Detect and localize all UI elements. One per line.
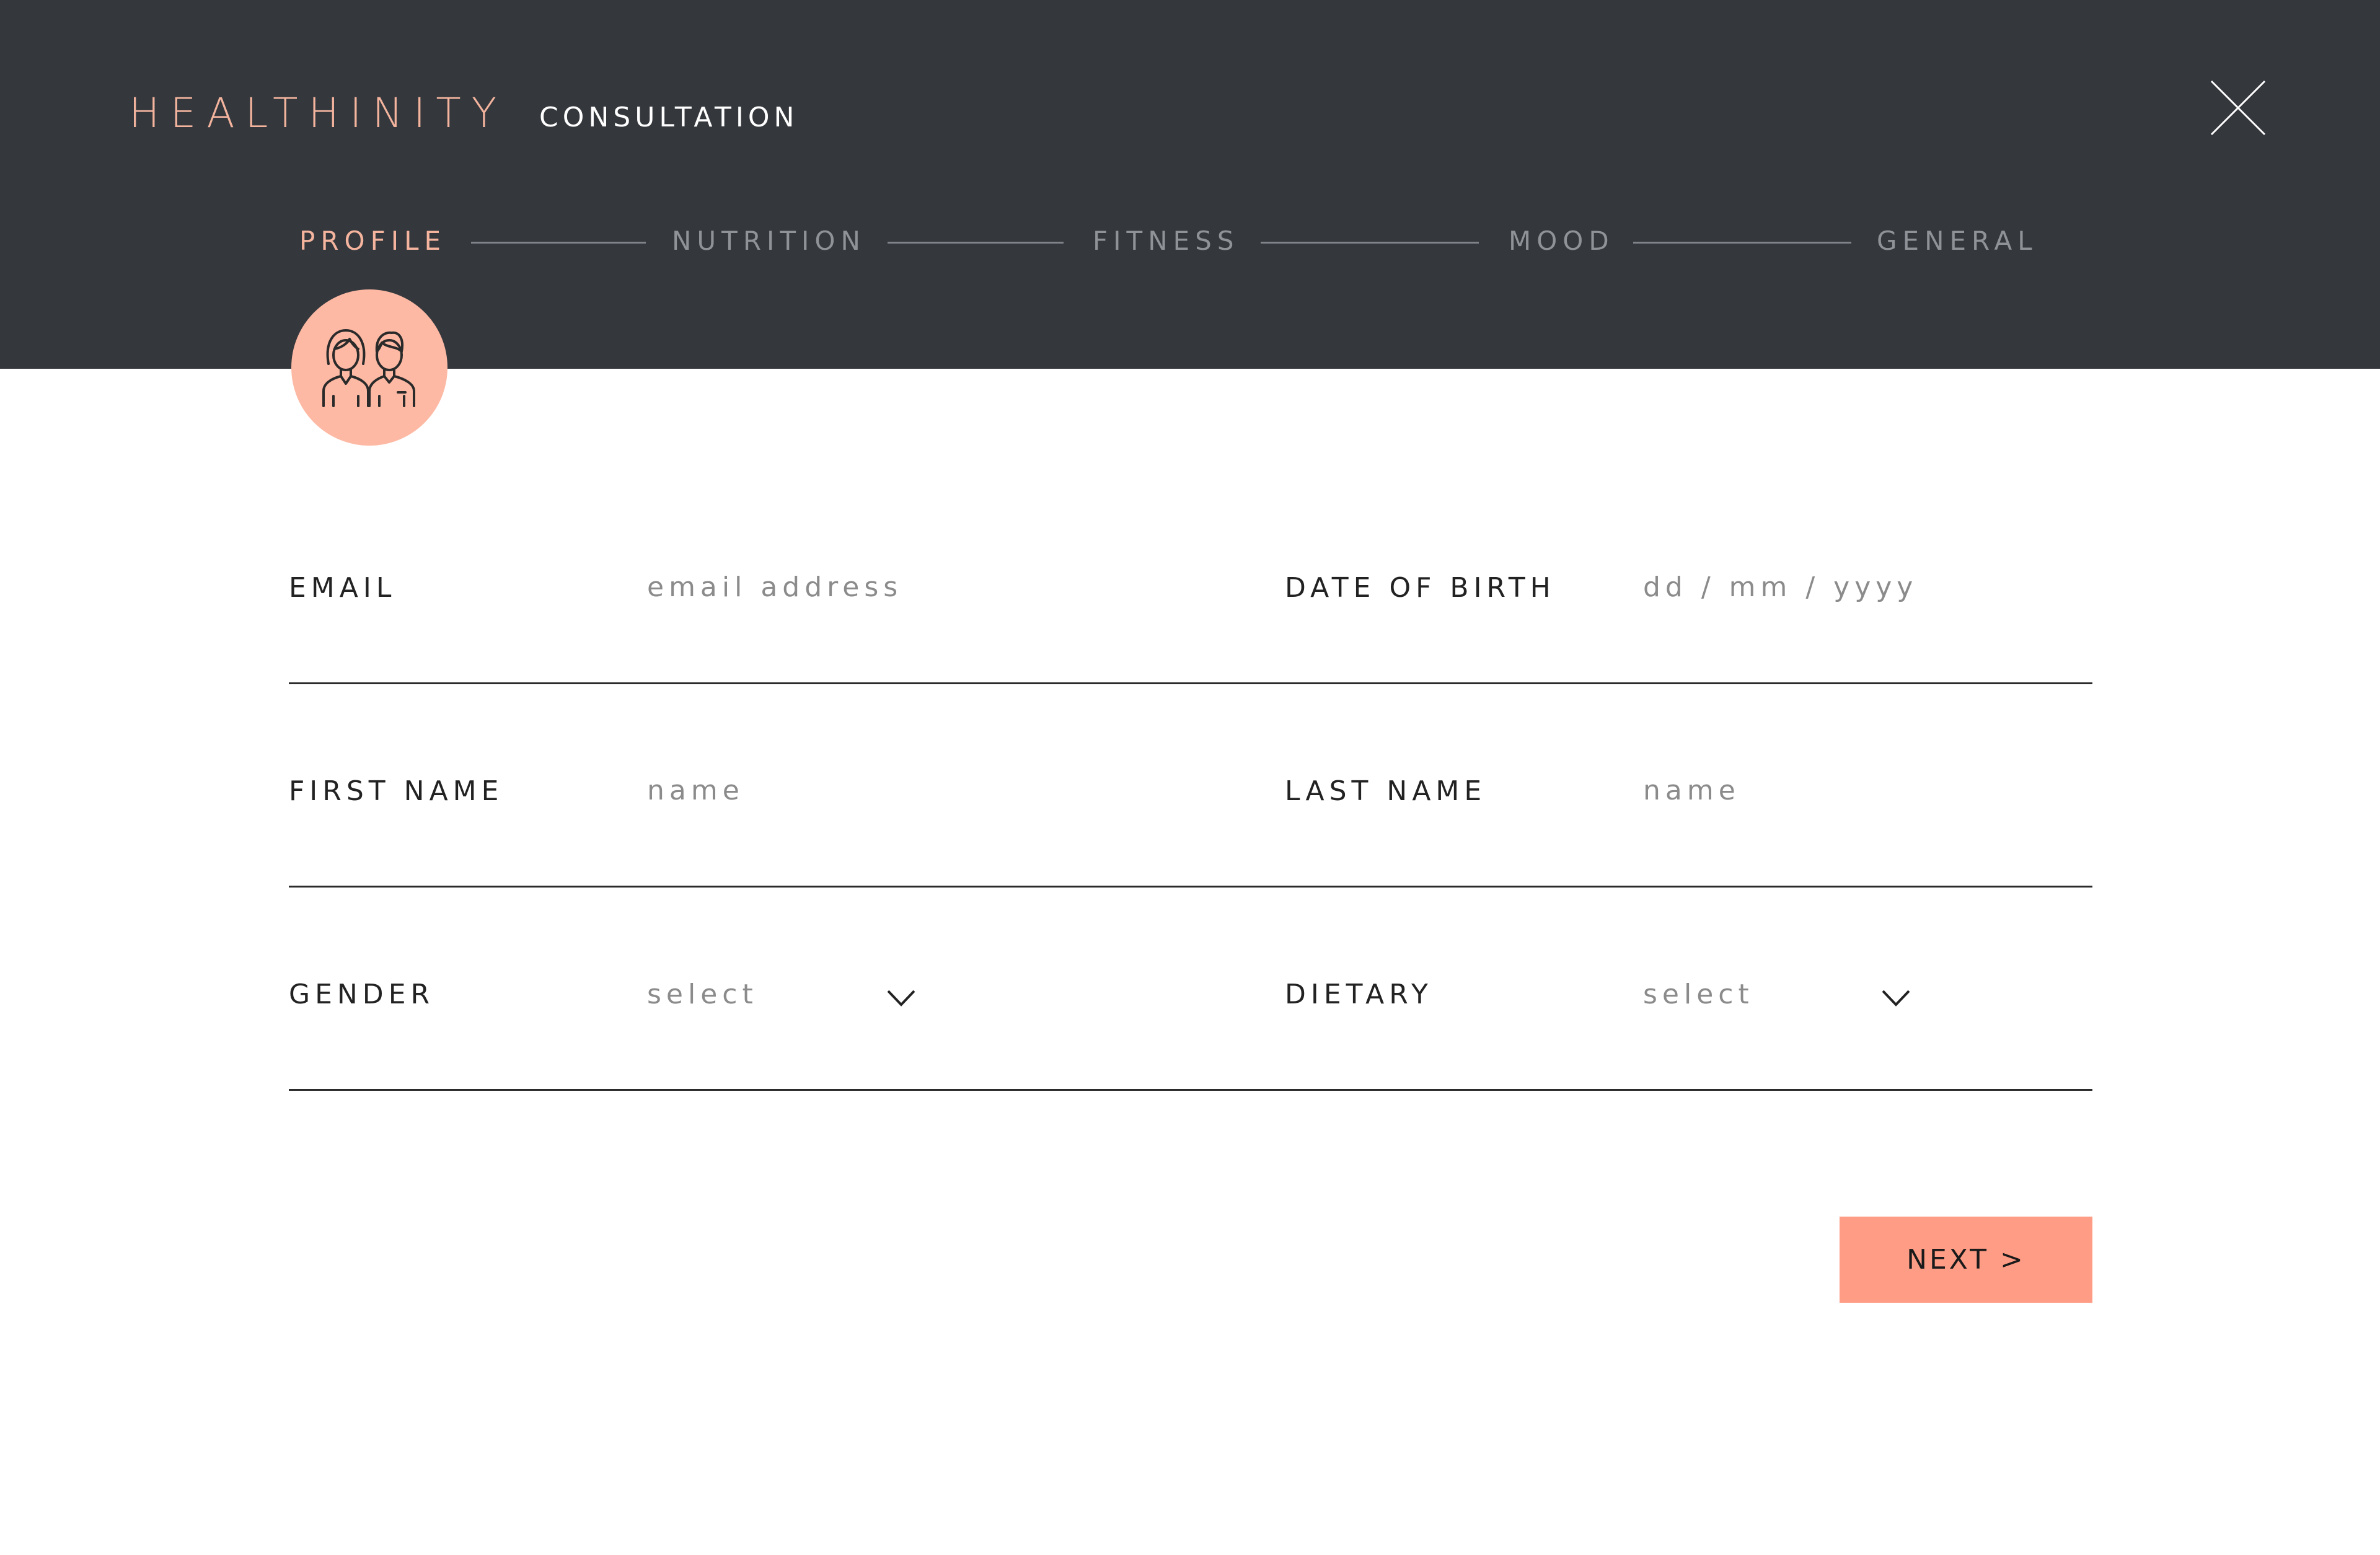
gender-select[interactable]: select <box>647 981 758 1008</box>
step-connector <box>888 242 1064 244</box>
email-label: EMAIL <box>289 572 397 604</box>
last-name-label: LAST NAME <box>1285 775 1487 807</box>
step-connector <box>1261 242 1479 244</box>
brand-logo: HEALTHINITY <box>129 89 508 137</box>
gender-dropdown-toggle[interactable] <box>886 989 916 1007</box>
row-divider <box>289 1089 2092 1091</box>
first-name-input[interactable] <box>647 775 1205 806</box>
close-icon <box>2210 80 2266 136</box>
last-name-input[interactable] <box>1643 775 2077 806</box>
page-subtitle: CONSULTATION <box>539 102 799 133</box>
step-general[interactable]: GENERAL <box>1877 228 2038 254</box>
close-button[interactable] <box>2210 79 2267 136</box>
row-divider <box>289 886 2092 888</box>
step-fitness[interactable]: FITNESS <box>1093 228 1239 254</box>
row-divider <box>289 682 2092 684</box>
date-of-birth-input[interactable] <box>1643 571 2077 603</box>
next-button[interactable]: NEXT > <box>1840 1217 2092 1303</box>
chevron-down-icon <box>887 990 915 1007</box>
first-name-label: FIRST NAME <box>289 775 504 807</box>
dietary-label: DIETARY <box>1285 979 1433 1010</box>
avatar <box>291 289 447 446</box>
step-nutrition[interactable]: NUTRITION <box>672 228 866 254</box>
step-connector <box>471 242 646 244</box>
step-profile[interactable]: PROFILE <box>299 228 446 254</box>
step-mood[interactable]: MOOD <box>1509 228 1615 254</box>
date-of-birth-label: DATE OF BIRTH <box>1285 572 1556 604</box>
users-couple-icon <box>322 329 415 407</box>
gender-label: GENDER <box>289 979 435 1010</box>
step-connector <box>1633 242 1851 244</box>
chevron-down-icon <box>1882 990 1910 1007</box>
email-input[interactable] <box>647 571 1205 603</box>
dietary-dropdown-toggle[interactable] <box>1881 989 1911 1007</box>
dietary-select[interactable]: select <box>1643 981 1754 1008</box>
